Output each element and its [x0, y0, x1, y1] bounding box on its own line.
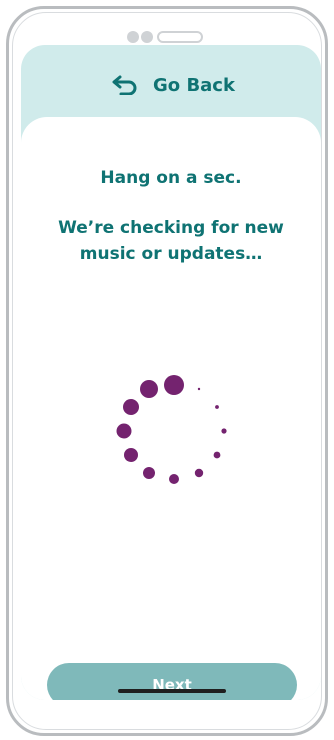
speaker-slot	[157, 31, 203, 43]
camera-dot	[141, 31, 153, 43]
spinner-dot	[197, 387, 201, 391]
checking-message-text: We’re checking for new music or updates…	[58, 218, 284, 264]
content-panel: Hang on a sec. We’re checking for new mu…	[21, 117, 321, 700]
spinner-dot	[124, 448, 138, 462]
checking-message: We’re checking for new music or updates…	[21, 215, 321, 267]
app-screen: Go Back Hang on a sec. We’re checking fo…	[21, 45, 321, 700]
spinner-dot	[123, 399, 139, 415]
hang-on-heading: Hang on a sec.	[100, 168, 242, 188]
spinner-dot	[213, 451, 221, 459]
home-indicator	[118, 689, 226, 693]
camera-dot	[127, 31, 139, 43]
spinner-dot	[164, 375, 184, 395]
spinner-dot	[221, 428, 227, 434]
spinner-dot	[194, 468, 204, 478]
spinner-dot	[143, 467, 155, 479]
spinner-dot	[169, 474, 179, 484]
loading-spinner-icon	[116, 375, 227, 484]
spinner-dot	[140, 380, 158, 398]
go-back-label: Go Back	[153, 74, 235, 96]
next-button[interactable]: Next	[47, 663, 297, 700]
go-back-button[interactable]: Go Back	[111, 75, 235, 96]
header: Go Back	[21, 45, 321, 125]
spinner-dot	[116, 423, 132, 439]
back-arrow-icon	[111, 75, 139, 95]
spinner-dot	[215, 405, 219, 409]
